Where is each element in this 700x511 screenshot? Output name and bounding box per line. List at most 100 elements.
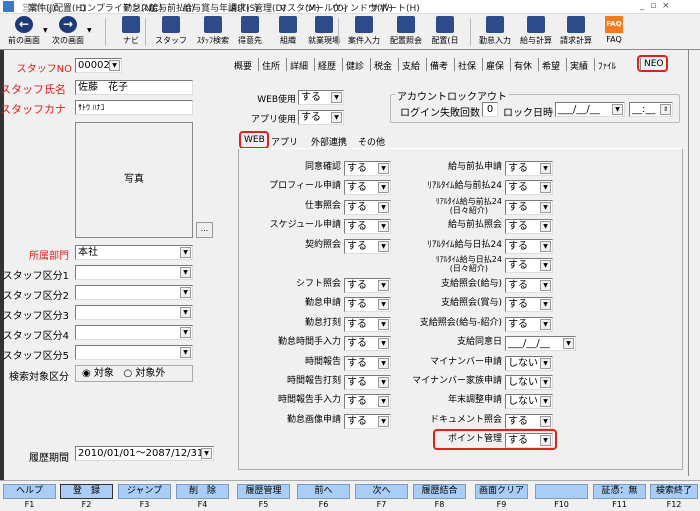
- web-left-4-select[interactable]: する ▼: [344, 239, 391, 254]
- photo-box[interactable]: 写真: [75, 122, 193, 238]
- web-left-7-select[interactable]: する ▼: [344, 297, 391, 312]
- web-right-12-select[interactable]: しない ▼: [505, 394, 553, 409]
- dept-select[interactable]: 本社 ▼: [75, 245, 193, 260]
- web-right-6-select[interactable]: する ▼: [505, 278, 553, 293]
- tab-8[interactable]: 社保: [458, 59, 476, 72]
- web-use-select[interactable]: する ▼: [298, 90, 344, 105]
- staff-name-input[interactable]: 佐藤 花子: [75, 80, 193, 95]
- tab-13[interactable]: ﾌｧｲﾙ: [598, 59, 616, 72]
- toolbar-button-6[interactable]: 組織: [270, 16, 306, 46]
- fkey-button-f3[interactable]: ジャンプ: [118, 484, 171, 499]
- fkey-button-f7[interactable]: 次へ: [355, 484, 408, 499]
- menu-12[interactable]: サポート(H): [370, 1, 420, 14]
- fkey-button-f11[interactable]: 証憑：無: [593, 484, 646, 499]
- toolbar-button-12[interactable]: 給与計算: [518, 16, 554, 46]
- toolbar-button-3[interactable]: スタッフ: [153, 16, 189, 46]
- web-right-2-select[interactable]: する ▼: [505, 200, 553, 215]
- login-fail-count[interactable]: 0: [482, 102, 498, 117]
- web-left-11-select[interactable]: する ▼: [344, 375, 391, 390]
- web-right-9-select[interactable]: ___/__/__ ▼: [505, 336, 576, 351]
- web-right-3-select[interactable]: する ▼: [505, 219, 553, 234]
- staff-category-select-2[interactable]: ▼: [75, 285, 193, 300]
- history-period-select[interactable]: 2010/01/01～2087/12/31 . ▼: [75, 446, 214, 461]
- subtab-1[interactable]: アプリ: [271, 135, 298, 148]
- web-left-9-select[interactable]: する ▼: [344, 336, 391, 351]
- lock-date-select[interactable]: ___/__/__ ▼: [555, 102, 625, 117]
- staff-category-select-3[interactable]: ▼: [75, 305, 193, 320]
- tab-1[interactable]: 住所: [262, 59, 280, 72]
- chevron-down-icon: ▼: [378, 221, 389, 232]
- tab-5[interactable]: 税金: [374, 59, 392, 72]
- fkey-button-f10[interactable]: [535, 484, 588, 499]
- spinner-icon[interactable]: ⇕: [660, 104, 671, 115]
- fkey-button-f1[interactable]: ヘルプ: [3, 484, 56, 499]
- radio-non-target[interactable]: ○ 対象外: [123, 368, 165, 379]
- tab-4[interactable]: 健診: [346, 59, 364, 72]
- fkey-button-f4[interactable]: 削 除: [176, 484, 229, 499]
- web-right-8-select[interactable]: する ▼: [505, 317, 553, 332]
- tab-12[interactable]: 実績: [570, 59, 588, 72]
- web-left-12-select[interactable]: する ▼: [344, 394, 391, 409]
- web-right-11-select[interactable]: しない ▼: [505, 375, 553, 390]
- web-left-3-select[interactable]: する ▼: [344, 219, 391, 234]
- web-right-14-select[interactable]: する ▼: [505, 433, 553, 448]
- toolbar-button-11[interactable]: 勤怠入力: [477, 16, 513, 46]
- app-use-select[interactable]: する ▼: [298, 110, 344, 125]
- staff-category-select-4[interactable]: ▼: [75, 325, 193, 340]
- web-right-7-select[interactable]: する ▼: [505, 297, 553, 312]
- toolbar-button-5[interactable]: 得意先: [232, 16, 268, 46]
- staff-category-select-1[interactable]: ▼: [75, 265, 193, 280]
- subtab-0[interactable]: WEB: [244, 135, 265, 145]
- staff-category-select-5[interactable]: ▼: [75, 345, 193, 360]
- dropdown-icon[interactable]: ▼: [87, 27, 92, 34]
- tab-0[interactable]: 概要: [234, 59, 252, 72]
- radio-target[interactable]: ◉ 対象: [82, 368, 114, 379]
- subtab-3[interactable]: その他: [358, 135, 385, 148]
- tab-11[interactable]: 希望: [542, 59, 560, 72]
- toolbar-button-10[interactable]: 配置(日: [427, 16, 463, 46]
- web-right-1-select[interactable]: する ▼: [505, 180, 553, 195]
- fkey-button-f2[interactable]: 登 録: [60, 484, 113, 499]
- staff-no-select[interactable]: 000021 ▼: [75, 58, 122, 73]
- web-left-6-select[interactable]: する ▼: [344, 278, 391, 293]
- toolbar-button-9[interactable]: 配置照会: [388, 16, 424, 46]
- toolbar-button-4[interactable]: ｽﾀｯﾌ検索: [195, 16, 231, 46]
- fkey-button-f12[interactable]: 検索終了: [650, 484, 698, 499]
- fkey-button-f6[interactable]: 前へ: [297, 484, 350, 499]
- web-left-1-select[interactable]: する ▼: [344, 180, 391, 195]
- tab-2[interactable]: 詳細: [290, 59, 308, 72]
- web-left-2-select[interactable]: する ▼: [344, 200, 391, 215]
- web-left-13-select[interactable]: する ▼: [344, 414, 391, 429]
- fkey-button-f5[interactable]: 履歴管理: [237, 484, 290, 499]
- subtab-2[interactable]: 外部連携: [311, 135, 347, 148]
- fkey-label: F10: [554, 500, 569, 509]
- web-right-13-select[interactable]: する ▼: [505, 414, 553, 429]
- fkey-button-f8[interactable]: 履歴結合: [413, 484, 466, 499]
- web-left-10-select[interactable]: する ▼: [344, 356, 391, 371]
- toolbar-button-0[interactable]: ← 前の画面: [3, 16, 45, 46]
- fkey-button-f9[interactable]: 画面クリア: [475, 484, 528, 499]
- tab-9[interactable]: 雇保: [486, 59, 504, 72]
- toolbar-button-2[interactable]: ナビ: [113, 16, 149, 46]
- toolbar-button-13[interactable]: 請求計算: [558, 16, 594, 46]
- toolbar-button-7[interactable]: 就業現場: [306, 16, 342, 46]
- tab-3[interactable]: 経歴: [318, 59, 336, 72]
- web-left-8-select[interactable]: する ▼: [344, 317, 391, 332]
- web-left-0-select[interactable]: する ▼: [344, 161, 391, 176]
- web-right-10-select[interactable]: しない ▼: [505, 356, 553, 371]
- tab-7[interactable]: 備考: [430, 59, 448, 72]
- menu-1[interactable]: 案件(J): [28, 1, 56, 14]
- toolbar-button-14[interactable]: FAQ FAQ: [596, 16, 632, 44]
- tab-6[interactable]: 支給: [402, 59, 420, 72]
- tab-14[interactable]: NEO: [644, 59, 664, 69]
- web-right-0-select[interactable]: する ▼: [505, 161, 553, 176]
- photo-browse-button[interactable]: ...: [196, 222, 213, 238]
- web-right-5-select[interactable]: する ▼: [505, 258, 553, 273]
- web-right-4-select[interactable]: する ▼: [505, 239, 553, 254]
- staff-kana-input[interactable]: ｻﾄｳ ﾊﾅｺ: [75, 100, 193, 115]
- toolbar-button-8[interactable]: 案件入力: [346, 16, 382, 46]
- lock-time-spinner[interactable]: __:__ ⇕: [629, 102, 673, 117]
- window-controls[interactable]: _ ▫ ×: [640, 1, 670, 11]
- toolbar-button-1[interactable]: → 次の画面: [47, 16, 89, 46]
- tab-10[interactable]: 有休: [514, 59, 532, 72]
